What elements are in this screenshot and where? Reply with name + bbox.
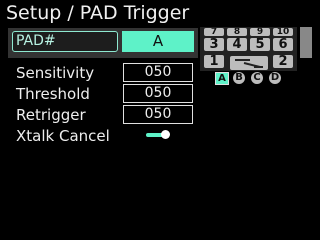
selector-d-badge[interactable]: D: [269, 72, 281, 84]
pad-label: PAD#: [12, 31, 118, 52]
pad-8[interactable]: 8: [227, 28, 247, 36]
pad-select-panel: PAD# A: [8, 28, 198, 58]
pad-map: 7 8 9 10 3 4 5 6 1 2: [200, 27, 297, 71]
page-title: Setup / PAD Trigger: [6, 2, 190, 24]
sensitivity-value[interactable]: 050: [123, 63, 193, 82]
toggle-knob: [161, 130, 170, 139]
retrigger-value[interactable]: 050: [123, 105, 193, 124]
threshold-value[interactable]: 050: [123, 84, 193, 103]
pedal-icon: [230, 55, 268, 70]
xtalk-cancel-label: Xtalk Cancel: [16, 127, 110, 145]
pad-7[interactable]: 7: [204, 28, 224, 36]
retrigger-label: Retrigger: [16, 106, 86, 124]
pad-9[interactable]: 9: [250, 28, 270, 36]
pad-value-field[interactable]: A: [122, 31, 194, 52]
scrollbar[interactable]: [300, 27, 312, 58]
pad-1[interactable]: 1: [204, 55, 224, 68]
selector-a-badge[interactable]: A: [215, 72, 229, 85]
pad-6[interactable]: 6: [273, 38, 293, 51]
pad-4[interactable]: 4: [227, 38, 247, 51]
sensitivity-label: Sensitivity: [16, 64, 95, 82]
selector-b-badge[interactable]: B: [233, 72, 245, 84]
pad-2[interactable]: 2: [273, 55, 293, 68]
pad-10[interactable]: 10: [273, 28, 293, 36]
xtalk-cancel-toggle[interactable]: [146, 130, 170, 140]
threshold-label: Threshold: [16, 85, 90, 103]
pad-3[interactable]: 3: [204, 38, 224, 51]
pad-5[interactable]: 5: [250, 38, 270, 51]
selector-c-badge[interactable]: C: [251, 72, 263, 84]
